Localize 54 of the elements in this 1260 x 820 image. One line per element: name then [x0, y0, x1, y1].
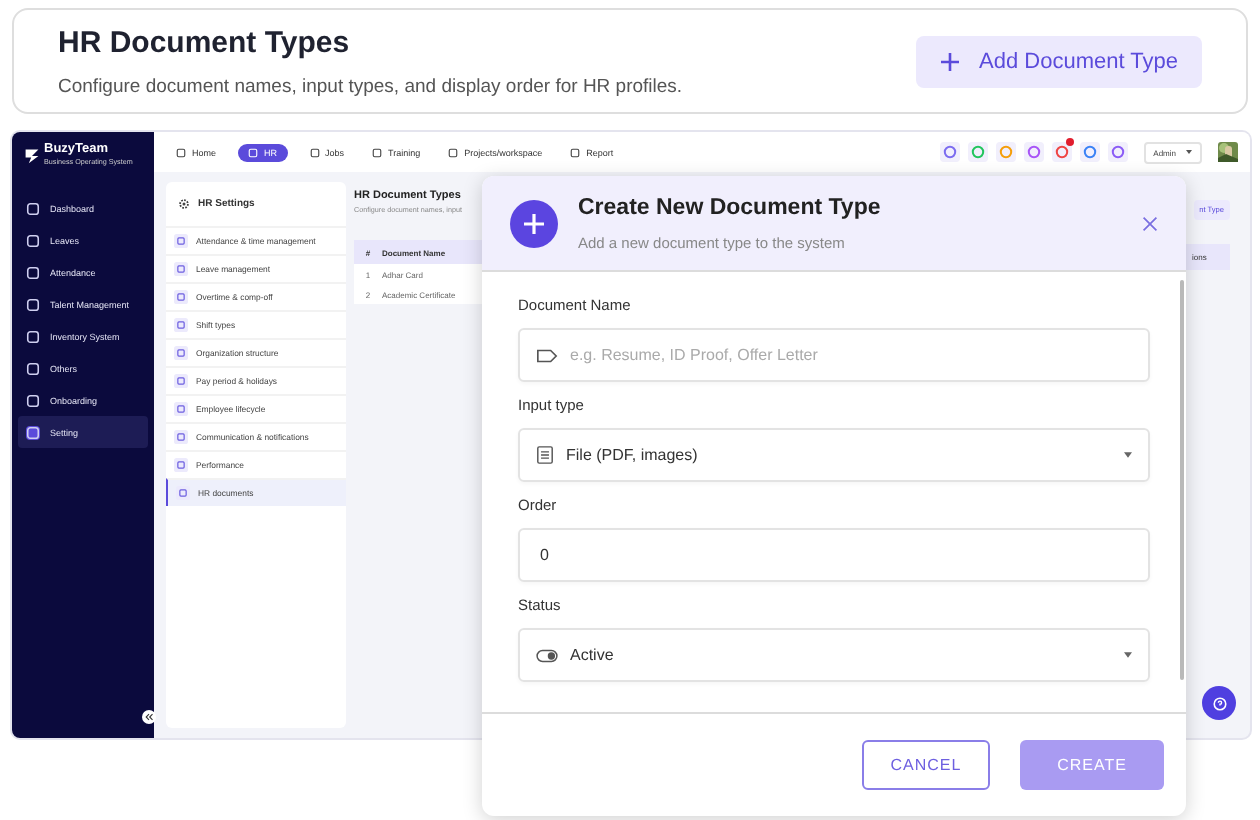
input-field[interactable]: 0	[518, 528, 1150, 582]
square-icon	[26, 201, 40, 215]
square-icon	[26, 265, 40, 279]
square-icon	[372, 147, 383, 157]
square-icon	[26, 329, 40, 343]
caret-icon	[1124, 652, 1132, 658]
plus-icon	[939, 51, 960, 71]
input-field[interactable]: e.g. Resume, ID Proof, Offer Letter	[518, 328, 1150, 382]
dialog-title: Create New Document Type	[578, 195, 883, 219]
square-icon	[309, 147, 320, 157]
circle-icon[interactable]	[1079, 142, 1100, 162]
collapse-icon[interactable]	[142, 710, 156, 724]
circle-icon[interactable]	[1023, 142, 1044, 162]
square-icon	[26, 425, 40, 439]
square-icon	[26, 393, 40, 407]
page-title: HR Document Types	[58, 25, 352, 59]
add-document-type-button[interactable]: Add Document Type	[915, 35, 1202, 87]
square-icon	[176, 147, 186, 157]
square-icon	[174, 234, 188, 248]
circle-icon[interactable]	[967, 142, 988, 162]
select-field[interactable]: File (PDF, images)	[518, 428, 1150, 482]
scrollbar[interactable]	[1180, 280, 1184, 680]
close-icon[interactable]	[1142, 215, 1158, 231]
square-icon	[176, 486, 190, 500]
square-icon	[448, 147, 459, 157]
square-icon	[26, 297, 40, 311]
circle-icon[interactable]	[939, 142, 960, 162]
square-icon	[174, 430, 188, 444]
gear-icon	[178, 198, 190, 210]
square-icon	[174, 262, 188, 276]
square-icon	[26, 233, 40, 247]
select-field[interactable]: Active	[518, 628, 1150, 682]
page-subtitle: Configure document names, input types, and display order for HR profiles.	[58, 75, 683, 97]
plus-icon	[510, 199, 558, 247]
logo-icon	[24, 148, 40, 164]
document-icon	[536, 446, 554, 464]
circle-icon[interactable]	[1107, 142, 1128, 162]
caret-icon	[1124, 452, 1132, 458]
question-icon	[1211, 695, 1227, 711]
square-icon	[174, 318, 188, 332]
square-icon	[570, 147, 581, 157]
square-icon	[174, 458, 188, 472]
square-icon	[174, 290, 188, 304]
tag-icon	[536, 347, 558, 363]
caret-icon	[1186, 150, 1192, 154]
square-icon	[174, 374, 188, 388]
square-icon	[26, 361, 40, 375]
square-icon	[248, 147, 259, 157]
circle-icon[interactable]	[1051, 142, 1072, 162]
cancel-button[interactable]: CANCEL	[862, 740, 990, 790]
square-icon	[174, 346, 188, 360]
circle-icon[interactable]	[995, 142, 1016, 162]
toggle-icon	[536, 647, 558, 663]
square-icon	[174, 402, 188, 416]
